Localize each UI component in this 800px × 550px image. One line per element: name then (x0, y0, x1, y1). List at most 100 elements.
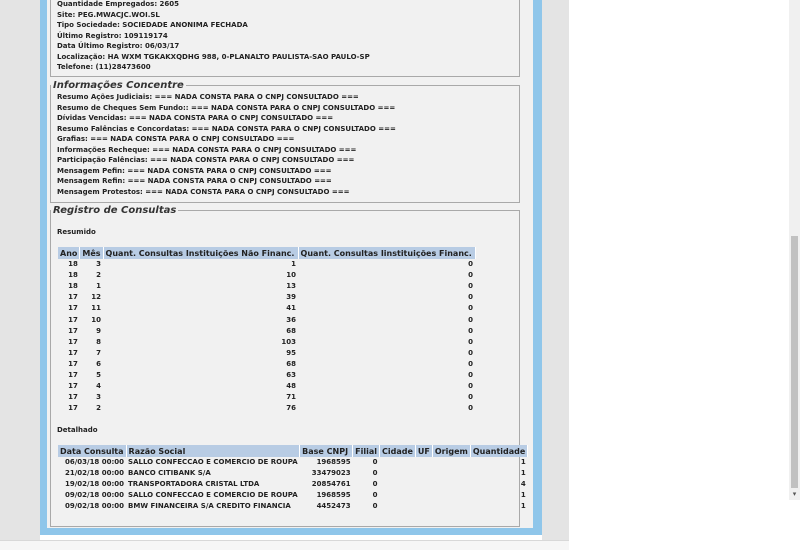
table-cell: 20854761 (311, 480, 351, 489)
column-header: Razão Social (126, 445, 301, 457)
resumido-row: 17 9 68 0 (58, 326, 475, 337)
table-cell: 1 (520, 491, 526, 500)
table-cell: SALLO CONFECCAO E COMERCIO DE ROUPA (128, 458, 298, 467)
company-type: Tipo Sociedade: SOCIEDADE ANONIMA FECHAD… (57, 21, 248, 29)
table-cell: 1 (520, 502, 526, 511)
table-cell: 8 (96, 337, 102, 346)
table-cell (415, 479, 432, 490)
table-cell: 0 (468, 326, 474, 335)
table-cell: 5 (96, 370, 102, 379)
table-cell: 2 (96, 404, 102, 413)
resumido-label: Resumido (57, 228, 96, 236)
detalhado-row: 09/02/18 00:00 BMW FINANCEIRA S/A CREDITO… (58, 501, 528, 512)
table-cell: 0 (468, 382, 474, 391)
table-cell: 0 (372, 480, 378, 489)
table-cell: 33479023 (311, 469, 351, 478)
column-header: Origem (432, 445, 471, 457)
resumido-row: 17 8 103 0 (58, 337, 475, 348)
table-cell: 4452473 (316, 502, 351, 511)
resumido-row: 17 11 41 0 (58, 303, 475, 314)
left-margin (0, 0, 40, 540)
table-cell: 68 (286, 359, 297, 368)
table-cell: 1 (520, 469, 526, 478)
table-cell: 4 (96, 382, 102, 391)
table-cell (415, 501, 432, 512)
concentre-line: Resumo de Cheques Sem Fundo:: === NADA C… (57, 103, 396, 112)
table-cell: BANCO CITIBANK S/A (128, 469, 211, 478)
phone: Telefone: (11)28473600 (57, 63, 151, 71)
table-cell: 68 (286, 326, 297, 335)
column-header: Base CNPJ (299, 445, 354, 457)
column-header: Ano (58, 247, 81, 259)
table-cell (380, 457, 416, 468)
column-header: Filial (352, 445, 381, 457)
table-cell (380, 479, 416, 490)
table-cell: 17 (68, 404, 78, 413)
table-cell: 103 (281, 337, 297, 346)
scrollbar-thumb[interactable] (791, 236, 798, 488)
table-cell: 95 (286, 348, 297, 357)
table-cell: 1968595 (316, 491, 351, 500)
table-cell: 1 (291, 260, 297, 269)
table-cell: 41 (286, 304, 297, 313)
table-cell: 17 (68, 293, 78, 302)
table-cell: BMW FINANCEIRA S/A CREDITO FINANCIA (128, 502, 291, 511)
resumido-row: 17 12 39 0 (58, 292, 475, 303)
table-cell: SALLO CONFECCAO E COMERCIO DE ROUPA (128, 491, 298, 500)
table-cell: 71 (286, 393, 297, 402)
resumido-row: 17 5 63 0 (58, 370, 475, 381)
table-cell: 17 (68, 304, 78, 313)
site: Site: PEG.MWACJC.WOI.SL (57, 10, 160, 19)
right-margin (542, 0, 569, 540)
table-cell: 19/02/18 00:00 (64, 480, 125, 489)
detalhado-row: 21/02/18 00:00 BANCO CITIBANK S/A 33479023… (58, 468, 528, 479)
concentre-line: Informações Recheque: === NADA CONSTA PA… (57, 145, 357, 154)
table-cell: 0 (468, 337, 474, 346)
detalhado-row: 06/03/18 00:00 SALLO CONFECCAO E COMERCIO… (58, 457, 528, 468)
table-cell: 39 (286, 293, 297, 302)
table-cell: 09/02/18 00:00 (64, 502, 125, 511)
table-cell: 0 (468, 260, 474, 269)
resumido-row: 17 4 48 0 (58, 381, 475, 392)
table-cell: 11 (91, 304, 102, 313)
resumido-row: 17 6 68 0 (58, 359, 475, 370)
table-cell: 17 (68, 315, 78, 324)
column-header: Quant. Consultas Iinstituições Financ. (298, 247, 476, 259)
table-cell: 17 (68, 359, 78, 368)
table-cell: 18 (68, 271, 78, 280)
table-cell: 0 (468, 304, 474, 313)
consultas-legend: Registro de Consultas (53, 205, 177, 216)
table-cell: 0 (468, 282, 474, 291)
concentre-line: Dívidas Vencidas: === NADA CONSTA PARA O… (57, 114, 334, 122)
table-cell: 9 (96, 326, 102, 335)
resumido-row: 18 2 10 0 (58, 270, 475, 281)
resumido-table: Ano Mês Quant. Consultas Instituições Não … (58, 247, 476, 414)
resumido-row: 17 7 95 0 (58, 348, 475, 359)
table-cell (380, 468, 416, 479)
table-cell (432, 479, 470, 490)
table-cell: 10 (91, 315, 102, 324)
table-cell: 13 (286, 282, 297, 291)
column-header: Mês (79, 247, 104, 259)
last-registry-date: Data Último Registro: 06/03/17 (57, 42, 180, 50)
table-cell: 0 (468, 348, 474, 357)
table-cell: 0 (468, 315, 474, 324)
resumido-row: 17 3 71 0 (58, 392, 475, 403)
detalhado-row: 09/02/18 00:00 SALLO CONFECCAO E COMERCIO… (58, 490, 528, 501)
table-cell: 09/02/18 00:00 (64, 491, 125, 500)
table-cell: 06/03/18 00:00 (64, 458, 125, 467)
table-cell: 3 (96, 260, 102, 269)
table-cell: 18 (68, 282, 78, 291)
scroll-down-icon[interactable]: ▾ (791, 490, 798, 498)
table-cell: 36 (286, 315, 297, 324)
column-header: Quantidade (470, 445, 529, 457)
table-cell (415, 457, 432, 468)
table-cell (432, 457, 470, 468)
detalhado-table: Data Consulta Razão Social Base CNPJ Filial… (58, 445, 529, 512)
table-cell: 0 (468, 359, 474, 368)
column-header: Quant. Consultas Instituições Não Financ… (103, 247, 299, 259)
concentre-line: Resumo Ações Judiciais: === NADA CONSTA … (57, 93, 359, 101)
table-cell: 63 (286, 370, 297, 379)
concentre-line: Mensagem Protestos: === NADA CONSTA PARA… (57, 187, 350, 196)
column-header: Data Consulta (58, 445, 127, 457)
